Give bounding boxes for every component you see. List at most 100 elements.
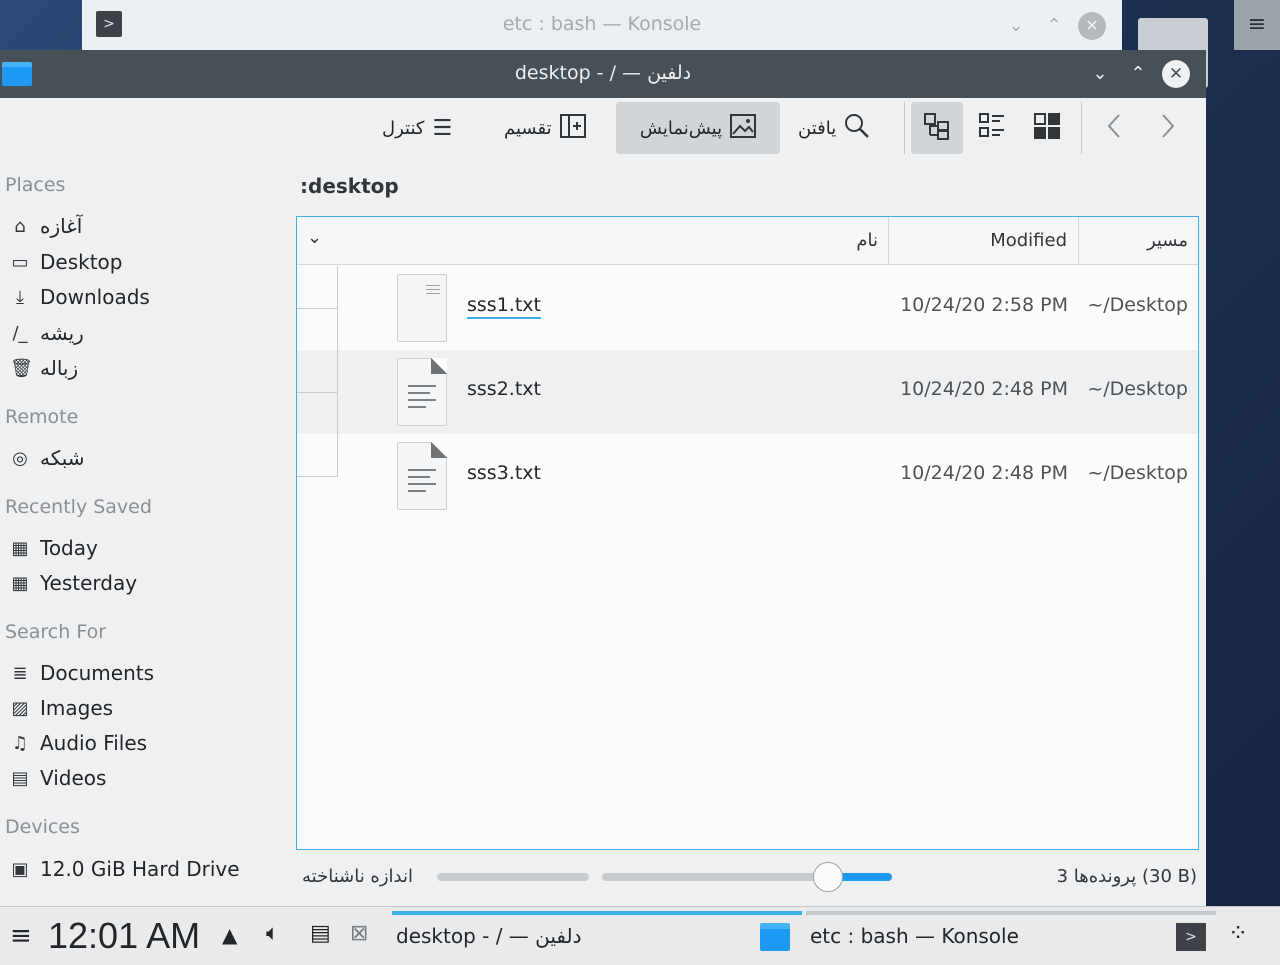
- text-file-thumbnail-icon: [397, 274, 447, 342]
- calendar-icon: ▦: [11, 537, 29, 559]
- table-row[interactable]: sss1.txt 10/24/20 2:58 PM ~/Desktop: [297, 266, 1198, 350]
- sidebar-item-label: شبکه: [40, 446, 85, 470]
- grid-view-icon: [1033, 112, 1061, 144]
- table-row[interactable]: sss2.txt 10/24/20 2:48 PM ~/Desktop: [297, 350, 1198, 434]
- sidebar-item-desktop[interactable]: ▭ Desktop: [10, 250, 122, 274]
- split-button[interactable]: تقسیم: [492, 102, 598, 154]
- sidebar-item-downloads[interactable]: ⤓ Downloads: [10, 285, 150, 309]
- tree-view-icon: [923, 112, 951, 144]
- details-view-button[interactable]: [911, 102, 963, 154]
- tree-line: [337, 434, 338, 476]
- file-path: ~/Desktop: [1087, 378, 1188, 400]
- file-path: ~/Desktop: [1087, 294, 1188, 316]
- sidebar-item-videos[interactable]: ▤ Videos: [10, 766, 106, 790]
- sidebar-item-label: Images: [40, 696, 114, 720]
- image-preview-icon: [730, 113, 757, 143]
- clipboard-icon[interactable]: ▤: [310, 921, 331, 946]
- sidebar-item-today[interactable]: ▦ Today: [10, 536, 97, 560]
- window-title: desktop - / — دلفین: [514, 62, 692, 84]
- desktop-menu-icon[interactable]: ≡: [1234, 0, 1280, 50]
- window-titlebar[interactable]: desktop - / — دلفین ⌄ ⌃ ✕: [0, 50, 1206, 98]
- file-path: ~/Desktop: [1087, 462, 1188, 484]
- sidebar-item-label: Audio Files: [40, 731, 148, 755]
- recent-header: Recently Saved: [5, 496, 152, 518]
- task-konsole[interactable]: etc : bash — Konsole: [810, 924, 1019, 948]
- close-button[interactable]: ✕: [1078, 12, 1106, 40]
- file-name[interactable]: sss1.txt: [467, 294, 541, 319]
- file-name[interactable]: sss2.txt: [467, 378, 541, 400]
- chevron-right-icon: [1158, 112, 1178, 144]
- forward-button[interactable]: [1142, 102, 1194, 154]
- clock[interactable]: 12:01 AM: [48, 915, 200, 957]
- toolbar: کنترل ☰ تقسیم پیش‌نمایش یافتن: [0, 98, 1206, 158]
- file-name[interactable]: sss3.txt: [467, 462, 541, 484]
- column-divider: [1078, 217, 1079, 265]
- network-disconnected-icon[interactable]: ⊠: [350, 921, 368, 946]
- control-menu-button[interactable]: کنترل ☰: [370, 102, 464, 154]
- text-file-icon: [397, 442, 447, 510]
- home-icon: ⌂: [14, 215, 26, 237]
- network-icon: ◎: [12, 447, 28, 469]
- file-view[interactable]: ⌄ نام Modified مسیر sss1.txt 10/24/20 2:…: [296, 216, 1199, 850]
- devices-header: Devices: [5, 816, 80, 838]
- column-modified[interactable]: Modified: [990, 230, 1067, 251]
- zoom-slider-handle[interactable]: [813, 862, 844, 892]
- search-header: Search For: [5, 621, 107, 643]
- konsole-window-titlebar[interactable]: > etc : bash — Konsole ⌄ ⌃ ✕: [82, 0, 1122, 52]
- tray-expand-icon[interactable]: ▲: [222, 923, 237, 947]
- thumbnail-lines: [426, 285, 440, 294]
- find-button[interactable]: یافتن: [786, 102, 882, 154]
- sidebar-item-trash[interactable]: 🗑 زباله: [10, 356, 78, 380]
- sidebar-item-yesterday[interactable]: ▦ Yesterday: [10, 571, 137, 595]
- icons-view-button[interactable]: [1021, 102, 1073, 154]
- breadcrumb[interactable]: :desktop: [300, 174, 399, 198]
- sidebar-item-audio[interactable]: ♫ Audio Files: [10, 731, 147, 755]
- column-header: ⌄ نام Modified مسیر: [297, 217, 1198, 265]
- close-button[interactable]: ✕: [1162, 60, 1190, 88]
- toolbar-separator: [904, 102, 905, 154]
- search-icon: [844, 113, 870, 144]
- split-view-icon: [559, 113, 586, 143]
- task-indicator: [806, 911, 1216, 915]
- sidebar-item-images[interactable]: ▨ Images: [10, 696, 113, 720]
- task-active-indicator: [392, 911, 802, 915]
- minimize-button[interactable]: ⌄: [1086, 60, 1114, 88]
- compact-view-button[interactable]: [966, 102, 1018, 154]
- preview-label: پیش‌نمایش: [639, 117, 723, 139]
- sidebar-item-home[interactable]: ⌂ آغازه: [10, 214, 82, 238]
- chevron-down-icon[interactable]: ⌄: [307, 227, 322, 248]
- desktop-icon: ▭: [11, 251, 29, 273]
- music-icon: ♫: [11, 732, 29, 754]
- volume-icon[interactable]: 🔈︎: [266, 921, 279, 946]
- tree-line: [297, 308, 338, 309]
- table-row[interactable]: sss3.txt 10/24/20 2:48 PM ~/Desktop: [297, 434, 1198, 518]
- back-button[interactable]: [1088, 102, 1140, 154]
- column-path[interactable]: مسیر: [1147, 230, 1188, 251]
- dolphin-window: desktop - / — دلفین ⌄ ⌃ ✕ کنترل ☰ تقسیم …: [0, 50, 1206, 906]
- maximize-button[interactable]: ⌃: [1040, 12, 1068, 40]
- sidebar-item-hard-drive[interactable]: ▣ 12.0 GiB Hard Drive: [10, 857, 239, 881]
- application-menu-icon[interactable]: ≡: [10, 921, 32, 951]
- sidebar-item-label: آغازه: [40, 214, 83, 238]
- plasma-options-icon[interactable]: ⁘: [1228, 919, 1248, 947]
- sidebar-item-network[interactable]: ◎ شبکه: [10, 446, 85, 470]
- split-label: تقسیم: [504, 117, 552, 139]
- status-summary: 3 پرونده‌ها (30 B): [1056, 866, 1197, 887]
- konsole-window-title: etc : bash — Konsole: [502, 13, 702, 35]
- sidebar-item-label: ریشه: [40, 321, 84, 345]
- remote-header: Remote: [5, 406, 79, 428]
- sidebar-item-documents[interactable]: ≣ Documents: [10, 661, 154, 685]
- column-name[interactable]: نام: [856, 230, 878, 251]
- minimize-button[interactable]: ⌄: [1002, 12, 1030, 40]
- chevron-left-icon: [1104, 112, 1124, 144]
- terminal-icon[interactable]: >: [1176, 923, 1206, 951]
- zoom-slider[interactable]: [602, 862, 892, 892]
- maximize-button[interactable]: ⌃: [1124, 60, 1152, 88]
- task-dolphin[interactable]: desktop - / — دلفین: [396, 924, 582, 948]
- sidebar-item-root[interactable]: /_ ریشه: [10, 321, 84, 345]
- sidebar-item-label: زباله: [40, 356, 79, 380]
- text-file-icon: [397, 358, 447, 426]
- tree-line: [297, 476, 338, 477]
- find-label: یافتن: [798, 117, 837, 139]
- preview-button[interactable]: پیش‌نمایش: [616, 102, 780, 154]
